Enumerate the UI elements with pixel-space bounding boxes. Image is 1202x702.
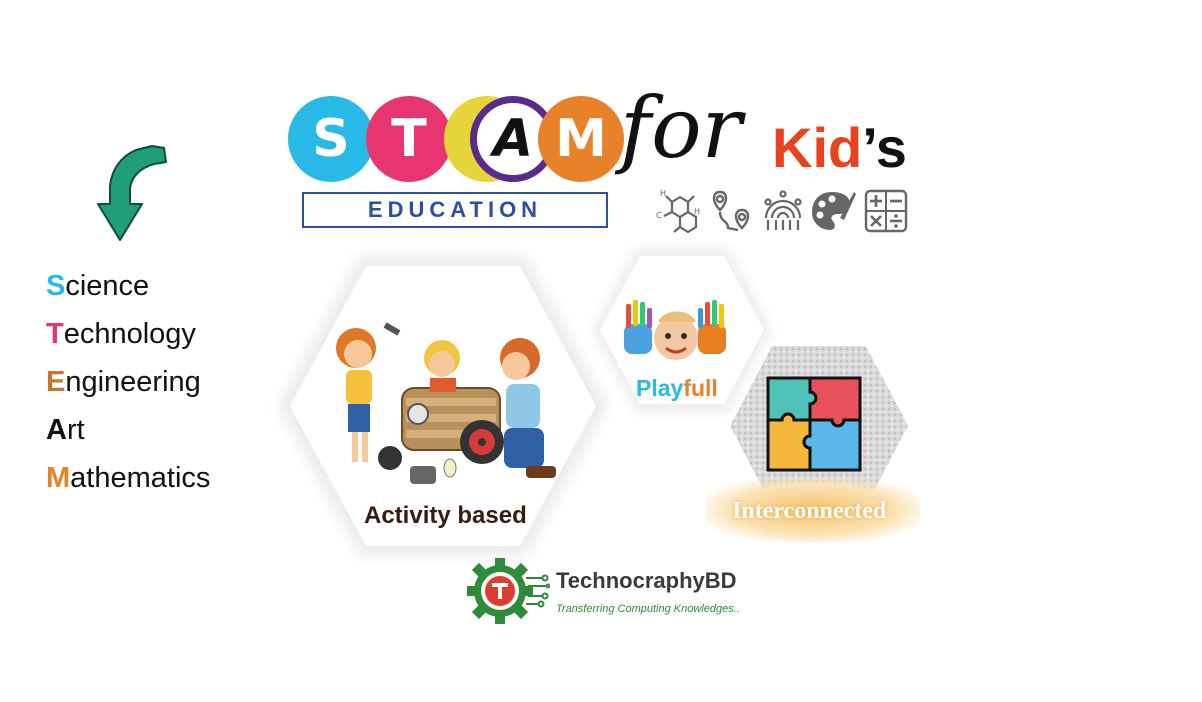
activity-based-label: Activity based [364,502,527,529]
for-text: for [620,79,742,177]
brand-tagline: Transferring Computing Knowledges.. [556,603,740,615]
brand-name: TechnocraphyBD [556,568,737,593]
molecule-h2-label: H [694,207,700,216]
circuit-brain-icon [764,190,802,230]
molecule-icon: H H C [656,189,700,234]
palette-icon [812,192,856,230]
map-route-icon [712,190,750,232]
molecule-c-label: C [656,211,662,220]
puzzle-icon [766,376,862,472]
math-operators-icon [864,189,908,233]
acronym-mathematics: Mathematics [46,462,211,494]
acronym-science: Science [46,270,150,302]
playful-label: Playfull [636,375,718,402]
education-banner: EDUCATION [302,192,608,228]
curved-arrow-icon [97,145,167,241]
playful-label-part1: Play [636,375,684,401]
steam-letter-t: T [366,96,452,182]
painted-hands-photo [618,296,730,368]
playful-label-part2: full [683,375,718,401]
molecule-h1-label: H [660,189,666,198]
steam-letter-m: M [538,96,624,182]
interconnected-label: Interconnected [732,498,887,524]
kids-building-car-illustration [336,322,556,484]
acronym-engineering: Engineering [46,366,201,398]
technocraphybd-gear-logo [467,558,550,624]
kids-title: Kid’s [772,116,907,179]
acronym-technology: Technology [46,318,196,350]
acronym-art: Art [46,414,85,446]
steam-letter-s: S [288,96,374,182]
